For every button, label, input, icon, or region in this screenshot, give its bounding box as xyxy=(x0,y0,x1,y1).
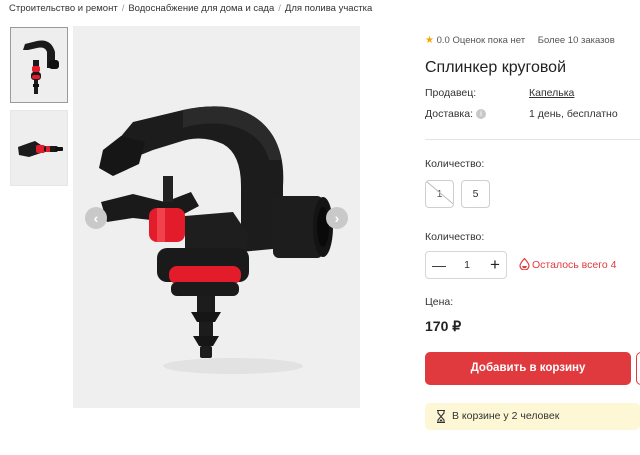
increase-quantity-button[interactable]: + xyxy=(482,252,508,278)
decrease-quantity-button[interactable]: — xyxy=(426,252,452,278)
info-icon[interactable]: i xyxy=(476,109,487,119)
quantity-option-1: 1 xyxy=(425,180,454,208)
previous-image-button[interactable]: ‹ xyxy=(85,207,107,229)
quantity-option-5[interactable]: 5 xyxy=(461,180,490,208)
delivery-value: 1 день, бесплатно xyxy=(529,108,618,120)
orders-count: Более 10 заказов xyxy=(537,35,615,46)
add-to-cart-button[interactable]: Добавить в корзину xyxy=(425,352,631,385)
quantity-options-label: Количество: xyxy=(425,158,485,170)
in-cart-text: В корзине у 2 человек xyxy=(452,410,560,422)
divider xyxy=(425,139,640,140)
price-value: 170 ₽ xyxy=(425,318,462,334)
stock-text: Осталось всего 4 xyxy=(532,259,617,271)
in-cart-banner: В корзине у 2 человек xyxy=(425,403,640,430)
breadcrumb-separator: / xyxy=(121,3,125,14)
drop-icon xyxy=(519,258,530,270)
breadcrumb-separator: / xyxy=(278,3,281,14)
star-icon: ★ xyxy=(425,35,434,46)
seller-label: Продавец: xyxy=(425,87,477,99)
price-label: Цена: xyxy=(425,296,454,308)
quantity-stepper-label: Количество: xyxy=(425,231,485,243)
breadcrumb-item-water-supply[interactable]: Водоснабжение для дома и сада xyxy=(128,3,274,14)
rating-value: 0.0 xyxy=(436,35,450,46)
thumbnail-2[interactable] xyxy=(10,110,68,186)
sprinkler-side-thumbnail-image xyxy=(11,111,67,185)
secondary-action-button[interactable] xyxy=(636,352,640,385)
next-image-button[interactable]: › xyxy=(326,207,348,229)
rating-text[interactable]: Оценок пока нет xyxy=(452,35,525,46)
seller-link[interactable]: Капелька xyxy=(529,87,574,99)
thumbnail-1[interactable] xyxy=(10,27,68,103)
sprinkler-thumbnail-image xyxy=(11,28,67,102)
breadcrumb: Строительство и ремонт / Водоснабжение для… xyxy=(9,3,372,14)
delivery-label-row: Доставка: i xyxy=(425,108,487,120)
main-product-image[interactable] xyxy=(73,26,360,408)
breadcrumb-item-construction[interactable]: Строительство и ремонт xyxy=(9,3,118,14)
breadcrumb-item-irrigation[interactable]: Для полива участка xyxy=(285,3,372,14)
product-title: Сплинкер круговой xyxy=(425,59,567,76)
hourglass-icon xyxy=(437,410,445,423)
rating-row: ★ 0.0 Оценок пока нет Более 10 заказов xyxy=(425,35,615,46)
sprinkler-product-image xyxy=(73,26,360,408)
quantity-value[interactable]: 1 xyxy=(452,252,482,278)
delivery-label: Доставка: xyxy=(425,108,474,120)
stock-warning: Осталось всего 4 xyxy=(519,258,616,271)
quantity-stepper: — 1 + xyxy=(425,251,507,279)
